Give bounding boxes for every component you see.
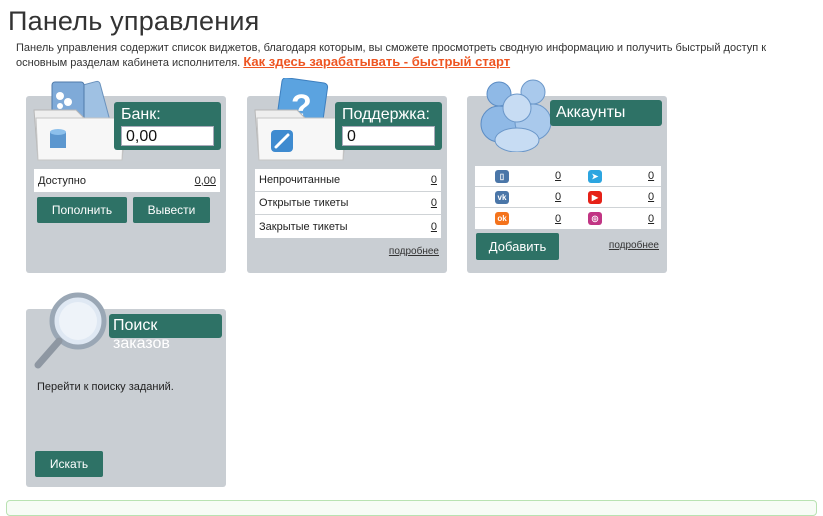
vk-icon[interactable]: vk	[495, 191, 509, 204]
open-tickets-label: Открытые тикеты	[259, 197, 349, 209]
available-label: Доступно	[38, 174, 87, 187]
search-title: Поиск заказов	[113, 317, 170, 352]
accounts-row: ▯ 0 ➤ 0	[475, 166, 661, 187]
closed-tickets-row: Закрытые тикеты 0	[255, 215, 441, 238]
account-cell: ok 0	[475, 208, 568, 229]
bank-widget: Банк: 0,00 Доступно 0,00 Пополнить Вывес…	[26, 80, 226, 273]
account-cell: vk 0	[475, 187, 568, 207]
page-title: Панель управления	[8, 6, 260, 36]
bottom-panel	[6, 500, 817, 516]
accounts-grid: ▯ 0 ➤ 0 vk 0 ▶ 0 ok 0 ◎ 0	[475, 166, 661, 229]
search-button[interactable]: Искать	[35, 451, 103, 477]
accounts-widget: Аккаунты ▯ 0 ➤ 0 vk 0 ▶ 0 ok 0 ◎ 0 Добав…	[467, 79, 667, 273]
account-count[interactable]: 0	[648, 170, 654, 182]
intro-text: Панель управления содержит список виджет…	[16, 42, 816, 70]
closed-tickets-value[interactable]: 0	[431, 221, 437, 233]
withdraw-button[interactable]: Вывести	[133, 197, 210, 223]
telegram-icon[interactable]: ➤	[588, 170, 602, 183]
accounts-row: ok 0 ◎ 0	[475, 208, 661, 229]
support-title: Поддержка:	[342, 106, 430, 123]
support-header: Поддержка: 0	[335, 102, 442, 150]
account-count[interactable]: 0	[555, 213, 561, 225]
account-count[interactable]: 0	[555, 170, 561, 182]
account-cell: ▶ 0	[568, 187, 661, 207]
support-widget: ? Поддержка: 0 Непрочитанные 0 Открытые …	[247, 78, 447, 273]
available-row: Доступно 0,00	[34, 169, 220, 192]
account-cell: ◎ 0	[568, 208, 661, 229]
instagram-icon[interactable]: ◎	[588, 212, 602, 225]
support-rows: Непрочитанные 0 Открытые тикеты 0 Закрыт…	[255, 169, 441, 238]
users-icon	[480, 79, 552, 152]
open-tickets-row: Открытые тикеты 0	[255, 192, 441, 215]
accounts-title: Аккаунты	[556, 104, 626, 121]
deposit-button[interactable]: Пополнить	[37, 197, 127, 223]
search-header: Поиск заказов	[109, 314, 222, 352]
add-account-button[interactable]: Добавить	[476, 233, 559, 260]
search-text: Перейти к поиску заданий.	[37, 381, 174, 393]
support-more-link[interactable]: подробнее	[389, 246, 439, 257]
unread-row: Непрочитанные 0	[255, 169, 441, 192]
account-count[interactable]: 0	[555, 191, 561, 203]
magnifier-icon	[34, 292, 107, 369]
closed-tickets-label: Закрытые тикеты	[259, 220, 348, 233]
search-widget: Поиск заказов Перейти к поиску заданий. …	[26, 292, 226, 487]
accounts-row: vk 0 ▶ 0	[475, 187, 661, 208]
account-count[interactable]: 0	[648, 191, 654, 203]
bank-balance: 0,00	[121, 126, 214, 146]
account-cell: ➤ 0	[568, 166, 661, 186]
bank-header: Банк: 0,00	[114, 102, 221, 150]
youtube-icon[interactable]: ▶	[588, 191, 602, 204]
unread-label: Непрочитанные	[259, 174, 341, 186]
available-value[interactable]: 0,00	[195, 175, 216, 187]
open-tickets-value[interactable]: 0	[431, 197, 437, 209]
accounts-header: Аккаунты	[550, 100, 662, 126]
account-cell: ▯ 0	[475, 166, 568, 186]
support-count: 0	[342, 126, 435, 146]
quick-start-link[interactable]: Как здесь зарабатывать - быстрый старт	[243, 54, 510, 69]
odnoklassniki-icon[interactable]: ok	[495, 212, 509, 225]
unread-value[interactable]: 0	[431, 174, 437, 186]
account-count[interactable]: 0	[648, 213, 654, 225]
bank-title: Банк:	[121, 106, 161, 123]
vk-book-icon[interactable]: ▯	[495, 170, 509, 183]
bank-info: Доступно 0,00	[34, 169, 220, 192]
accounts-more-link[interactable]: подробнее	[609, 240, 659, 251]
